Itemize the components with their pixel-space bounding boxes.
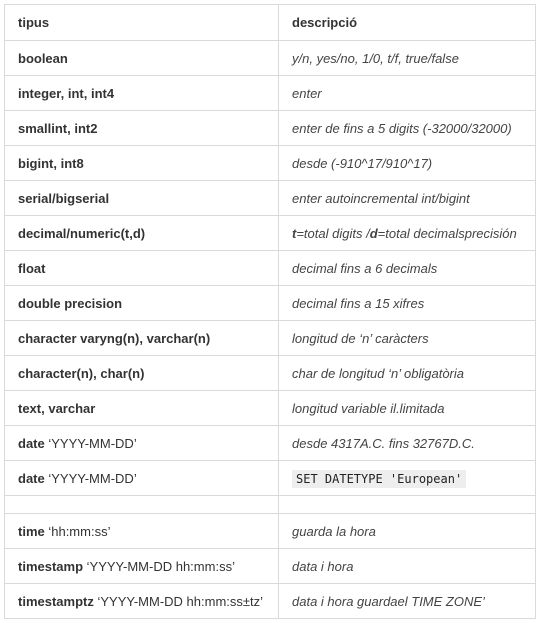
description-cell: t=total digits /d=total decimalsprecisió… [278,215,536,251]
type-cell: text, varchar [4,390,279,426]
description-cell: data i hora guardael TIME ZONE’ [278,583,536,619]
type-name: character varyng(n), varchar(n) [18,330,211,346]
type-cell: date ‘YYYY-MM-DD’ [4,425,279,461]
type-cell: smallint, int2 [4,110,279,146]
desc-text: =total digits / [296,225,370,241]
type-cell: double precision [4,285,279,321]
description-cell: longitud de ‘n’ caràcters [278,320,536,356]
table-row: smallint, int2 enter de fins a 5 digits … [4,110,536,146]
description-cell: guarda la hora [278,513,536,549]
desc-text: =total decimalsprecisión [377,225,517,241]
type-name: character(n), char(n) [18,365,145,381]
type-cell: integer, int, int4 [4,75,279,111]
type-cell: timestamp ‘YYYY-MM-DD hh:mm:ss’ [4,548,279,584]
type-name: date [18,470,45,486]
description-cell: data i hora [278,548,536,584]
type-name: date [18,435,45,451]
type-format: ‘YYYY-MM-DD’ [44,435,137,451]
desc-param-d: d [369,225,378,241]
table-header-row: tipus descripció [4,4,536,41]
table-row: timestamptz ‘YYYY-MM-DD hh:mm:ss±tz’ dat… [4,583,536,619]
description-cell: decimal fins a 6 decimals [278,250,536,286]
type-name: boolean [18,50,68,66]
description-cell: y/n, yes/no, 1/0, t/f, true/false [278,40,536,76]
type-cell: serial/bigserial [4,180,279,216]
header-tipus: tipus [4,4,279,41]
type-cell: decimal/numeric(t,d) [4,215,279,251]
description-cell: desde (-910^17/910^17) [278,145,536,181]
empty-cell [278,495,536,514]
description-cell: longitud variable il.limitada [278,390,536,426]
type-name: serial/bigserial [18,190,110,206]
type-name: float [18,260,46,276]
type-name: text, varchar [18,400,96,416]
description-cell: desde 4317A.C. fins 32767D.C. [278,425,536,461]
description-cell: decimal fins a 15 xifres [278,285,536,321]
type-name: smallint, int2 [18,120,98,136]
type-name: decimal/numeric(t,d) [18,225,146,241]
table-row: character(n), char(n) char de longitud ‘… [4,355,536,391]
type-name: double precision [18,295,123,311]
table-row: double precision decimal fins a 15 xifre… [4,285,536,321]
table-row: character varyng(n), varchar(n) longitud… [4,320,536,356]
type-name: bigint, int8 [18,155,84,171]
empty-cell [4,495,279,514]
type-name: integer, int, int4 [18,85,115,101]
type-format: ‘hh:mm:ss’ [44,523,111,539]
table-row: text, varchar longitud variable il.limit… [4,390,536,426]
table-row-empty [4,495,536,514]
description-cell: char de longitud ‘n’ obligatòria [278,355,536,391]
description-cell: enter autoincremental int/bigint [278,180,536,216]
description-cell: enter [278,75,536,111]
type-name: timestamptz [18,593,94,609]
type-cell: timestamptz ‘YYYY-MM-DD hh:mm:ss±tz’ [4,583,279,619]
table-row: decimal/numeric(t,d) t=total digits /d=t… [4,215,536,251]
table-row: integer, int, int4 enter [4,75,536,111]
table-row: boolean y/n, yes/no, 1/0, t/f, true/fals… [4,40,536,76]
type-cell: bigint, int8 [4,145,279,181]
type-cell: date ‘YYYY-MM-DD’ [4,460,279,496]
type-format: ‘YYYY-MM-DD’ [44,470,137,486]
table-row: timestamp ‘YYYY-MM-DD hh:mm:ss’ data i h… [4,548,536,584]
table-row: date ‘YYYY-MM-DD’ SET DATETYPE 'European… [4,460,536,496]
type-name: time [18,523,45,539]
table-row: bigint, int8 desde (-910^17/910^17) [4,145,536,181]
type-cell: boolean [4,40,279,76]
type-cell: character(n), char(n) [4,355,279,391]
data-types-table: tipus descripció boolean y/n, yes/no, 1/… [4,4,536,619]
type-format: ‘YYYY-MM-DD hh:mm:ss±tz’ [93,593,264,609]
table-row: time ‘hh:mm:ss’ guarda la hora [4,513,536,549]
type-cell: character varyng(n), varchar(n) [4,320,279,356]
description-cell: SET DATETYPE 'European' [278,460,536,496]
code-snippet: SET DATETYPE 'European' [292,469,467,488]
types-table-container: tipus descripció boolean y/n, yes/no, 1/… [4,4,536,619]
type-cell: time ‘hh:mm:ss’ [4,513,279,549]
type-format: ‘YYYY-MM-DD hh:mm:ss’ [83,558,235,574]
table-row: float decimal fins a 6 decimals [4,250,536,286]
header-descripcio: descripció [278,4,536,41]
table-row: serial/bigserial enter autoincremental i… [4,180,536,216]
type-cell: float [4,250,279,286]
table-row: date ‘YYYY-MM-DD’ desde 4317A.C. fins 32… [4,425,536,461]
type-name: timestamp [18,558,84,574]
description-cell: enter de fins a 5 digits (-32000/32000) [278,110,536,146]
